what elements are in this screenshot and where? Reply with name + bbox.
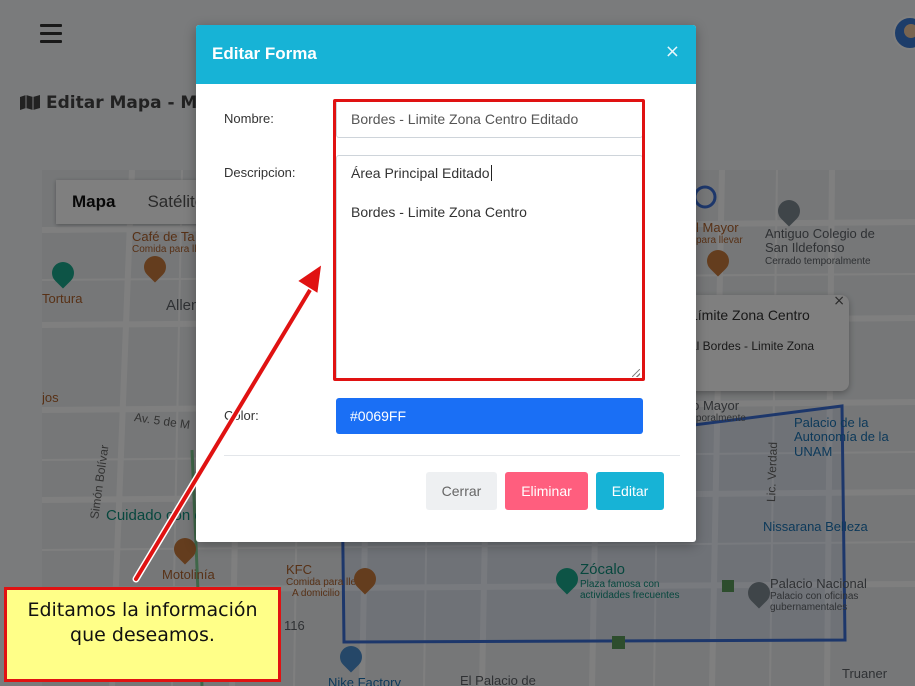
color-label: Color: (224, 408, 259, 423)
nombre-label: Nombre: (224, 111, 274, 126)
descripcion-label: Descripcion: (224, 165, 296, 180)
close-icon[interactable]: × (665, 41, 680, 62)
resize-handle-icon[interactable] (632, 369, 640, 377)
descripcion-line-1: Área Principal Editado (351, 165, 492, 181)
cerrar-button[interactable]: Cerrar (426, 472, 497, 510)
modal-header: Editar Forma × (196, 25, 696, 84)
nombre-input[interactable]: Bordes - Limite Zona Centro Editado (336, 100, 643, 138)
editar-button[interactable]: Editar (596, 472, 664, 510)
descripcion-line-2: Bordes - Limite Zona Centro (351, 204, 527, 220)
modal-footer-divider (224, 455, 680, 456)
modal-title: Editar Forma (212, 44, 317, 63)
eliminar-button[interactable]: Eliminar (505, 472, 588, 510)
edit-shape-modal: Editar Forma × Nombre: Bordes - Limite Z… (196, 25, 696, 542)
color-input[interactable]: #0069FF (336, 398, 643, 434)
descripcion-textarea[interactable]: Área Principal Editado Bordes - Limite Z… (336, 155, 643, 380)
annotation-callout: Editamos la información que deseamos. (4, 587, 281, 682)
